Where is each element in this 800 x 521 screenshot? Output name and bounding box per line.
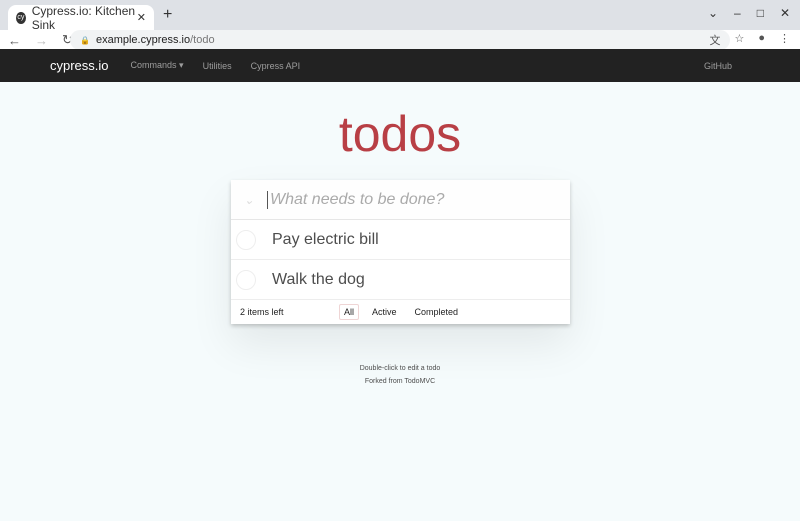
navbar: cypress.io Commands ▾ Utilities Cypress … [0, 49, 800, 82]
nav-utilities[interactable]: Utilities [203, 61, 232, 71]
todo-label: Pay electric bill [272, 230, 379, 248]
brand-link[interactable]: cypress.io [50, 58, 109, 73]
new-todo-input[interactable]: ⌄ What needs to be done? [231, 180, 570, 220]
todo-count: 2 items left [240, 307, 284, 317]
todo-item[interactable]: Walk the dog [231, 260, 570, 300]
browser-tab[interactable]: cy Cypress.io: Kitchen Sink ✕ [8, 3, 154, 32]
filter-completed[interactable]: Completed [410, 304, 464, 320]
new-tab-button[interactable]: + [163, 6, 172, 24]
close-tab-icon[interactable]: ✕ [137, 11, 146, 24]
todo-label: Walk the dog [272, 270, 365, 288]
minimize-icon[interactable]: – [734, 6, 741, 20]
cypress-favicon-icon: cy [16, 11, 26, 24]
info-footer: Double-click to edit a todo Forked from T… [0, 362, 800, 388]
menu-icon[interactable]: ⋮ [779, 32, 790, 48]
forked-link[interactable]: Forked from TodoMVC [0, 375, 800, 388]
url-host: example.cypress.io [95, 34, 191, 46]
page-title: todos [338, 106, 462, 162]
lock-icon: 🔒 [80, 35, 90, 45]
filter-all[interactable]: All [339, 304, 360, 320]
nav-cypress-api[interactable]: Cypress API [251, 61, 301, 71]
close-window-icon[interactable]: ✕ [780, 6, 790, 20]
translate-icon[interactable]: 文 [709, 32, 720, 48]
url-path: /todo [190, 34, 215, 46]
tab-title: Cypress.io: Kitchen Sink [31, 3, 136, 32]
todo-checkbox[interactable] [236, 229, 256, 250]
back-icon[interactable]: ← [8, 33, 21, 48]
todo-footer: 2 items left All Active Completed [231, 300, 570, 324]
star-icon[interactable]: ☆ [734, 32, 744, 48]
tab-bar: cy Cypress.io: Kitchen Sink ✕ + ⌄ – □ ✕ [0, 0, 800, 32]
nav-github[interactable]: GitHub [704, 61, 732, 71]
edit-hint: Double-click to edit a todo [359, 365, 441, 372]
todo-item[interactable]: Pay electric bill [231, 220, 570, 260]
account-icon[interactable]: ● [758, 32, 765, 48]
url-field[interactable]: 🔒 example.cypress.io/todo [70, 30, 730, 50]
maximize-icon[interactable]: □ [757, 6, 764, 20]
todo-checkbox[interactable] [236, 269, 256, 290]
profile-dropdown-icon[interactable]: ⌄ [708, 6, 718, 20]
nav-commands[interactable]: Commands ▾ [131, 60, 184, 71]
todo-app: ⌄ What needs to be done? Pay electric bil… [231, 180, 570, 324]
new-todo-placeholder: What needs to be done? [270, 190, 445, 208]
address-bar-row: ← → ↻ 🔒 example.cypress.io/todo 文 ☆ ● ⋮ [0, 30, 800, 50]
forward-icon[interactable]: → [35, 33, 48, 48]
filter-active[interactable]: Active [367, 304, 402, 320]
toggle-all-icon[interactable]: ⌄ [231, 193, 267, 207]
